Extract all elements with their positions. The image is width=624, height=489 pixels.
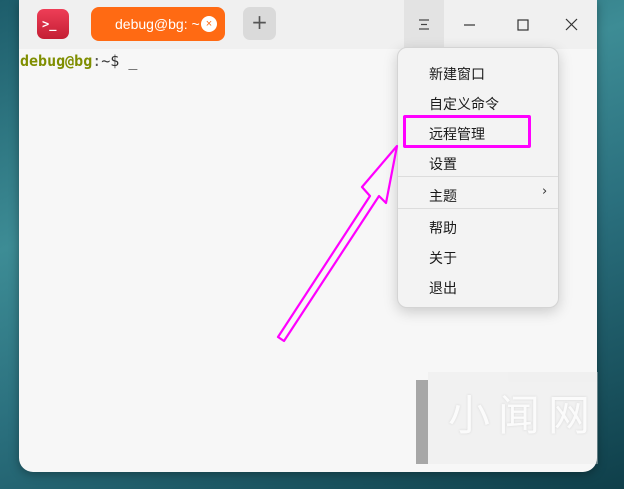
watermark-logo: 小闻网 [448, 391, 599, 440]
watermark-strip [416, 380, 428, 464]
watermark: 小闻网 [416, 372, 598, 468]
watermark-panel: 小闻网 [428, 372, 598, 464]
